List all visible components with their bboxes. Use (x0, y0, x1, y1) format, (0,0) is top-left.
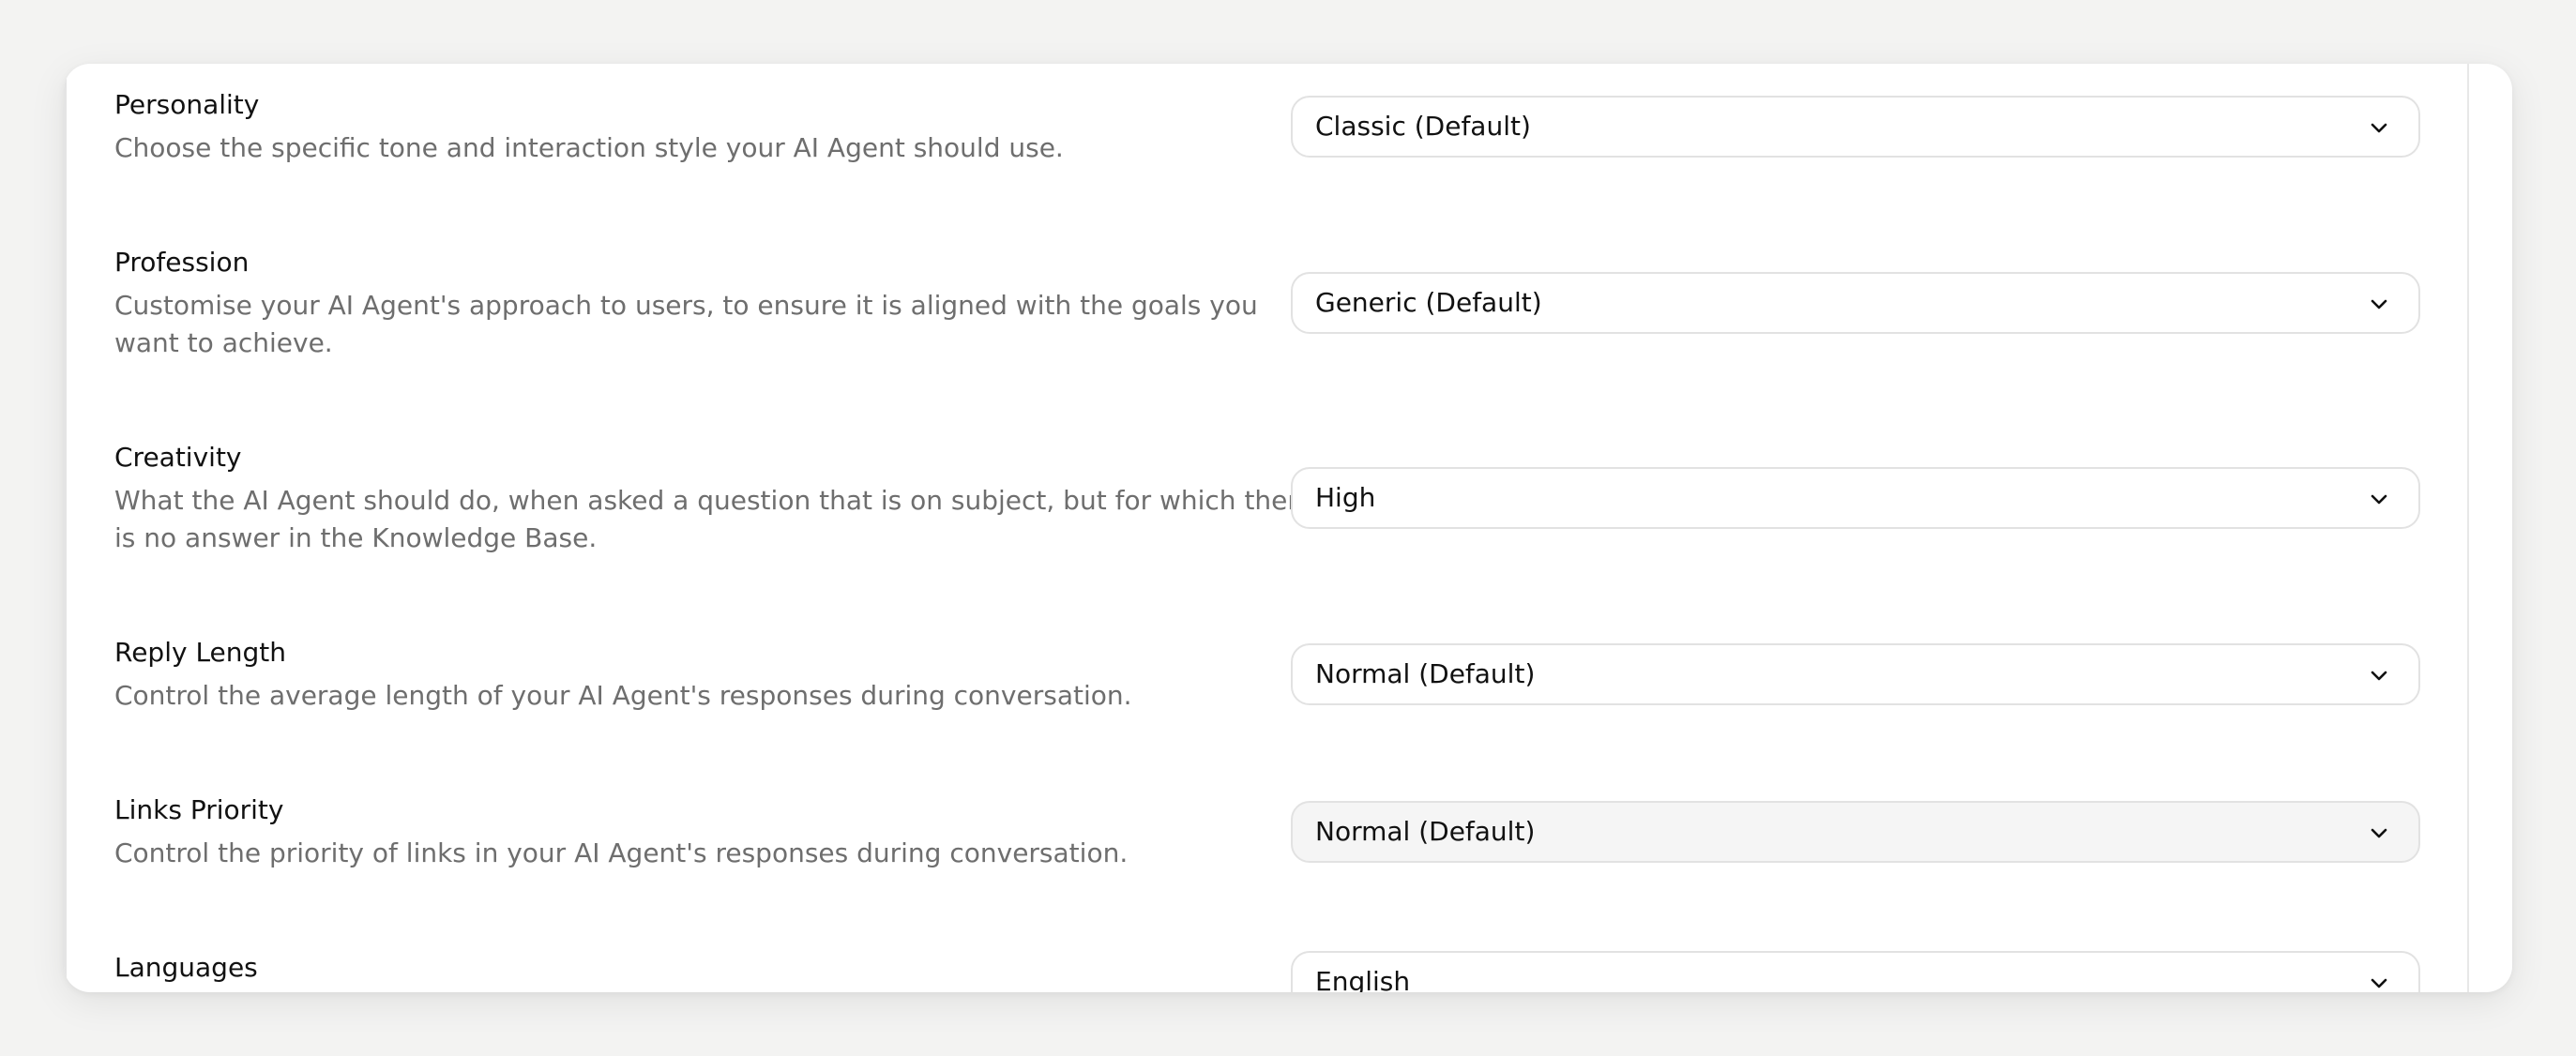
chevron-down-icon (2371, 978, 2387, 988)
setting-text: Reply Length Control the average length … (114, 634, 1315, 715)
setting-title: Profession (114, 247, 250, 278)
setting-title: Reply Length (114, 637, 287, 668)
chevron-down-icon (2371, 299, 2387, 309)
setting-title: Personality (114, 89, 260, 120)
select-value: English (1315, 966, 1411, 992)
profession-select[interactable]: Generic (Default) (1291, 272, 2420, 334)
creativity-select[interactable]: High (1291, 467, 2420, 529)
chevron-down-icon (2371, 671, 2387, 681)
languages-select[interactable]: English (1291, 951, 2420, 992)
setting-text: Profession Customise your AI Agent's app… (114, 244, 1315, 362)
scrollbar-track[interactable] (2467, 64, 2469, 992)
setting-title: Creativity (114, 442, 242, 473)
setting-description: Control the average length of your AI Ag… (114, 680, 1132, 711)
personality-select[interactable]: Classic (Default) (1291, 96, 2420, 158)
chevron-down-icon (2371, 494, 2387, 505)
reply-length-select[interactable]: Normal (Default) (1291, 643, 2420, 705)
chevron-down-icon (2371, 828, 2387, 838)
setting-text: Links Priority Control the priority of l… (114, 792, 1315, 872)
select-value: Normal (Default) (1315, 658, 1536, 689)
chevron-down-icon (2371, 123, 2387, 133)
select-value: Generic (Default) (1315, 287, 1542, 318)
setting-description: What the AI Agent should do, when asked … (114, 485, 1314, 553)
setting-title: Links Priority (114, 794, 284, 825)
card-left-edge (64, 64, 67, 992)
setting-text: Personality Choose the specific tone and… (114, 86, 1315, 167)
setting-title: Languages (114, 952, 258, 983)
setting-text: Languages (114, 949, 1315, 987)
links-priority-select[interactable]: Normal (Default) (1291, 801, 2420, 863)
setting-description: Control the priority of links in your AI… (114, 837, 1129, 868)
select-value: High (1315, 482, 1376, 513)
select-value: Normal (Default) (1315, 816, 1536, 847)
setting-description: Customise your AI Agent's approach to us… (114, 290, 1258, 358)
setting-text: Creativity What the AI Agent should do, … (114, 439, 1315, 557)
settings-card: Personality Choose the specific tone and… (64, 64, 2512, 992)
setting-description: Choose the specific tone and interaction… (114, 132, 1064, 163)
select-value: Classic (Default) (1315, 111, 1531, 142)
